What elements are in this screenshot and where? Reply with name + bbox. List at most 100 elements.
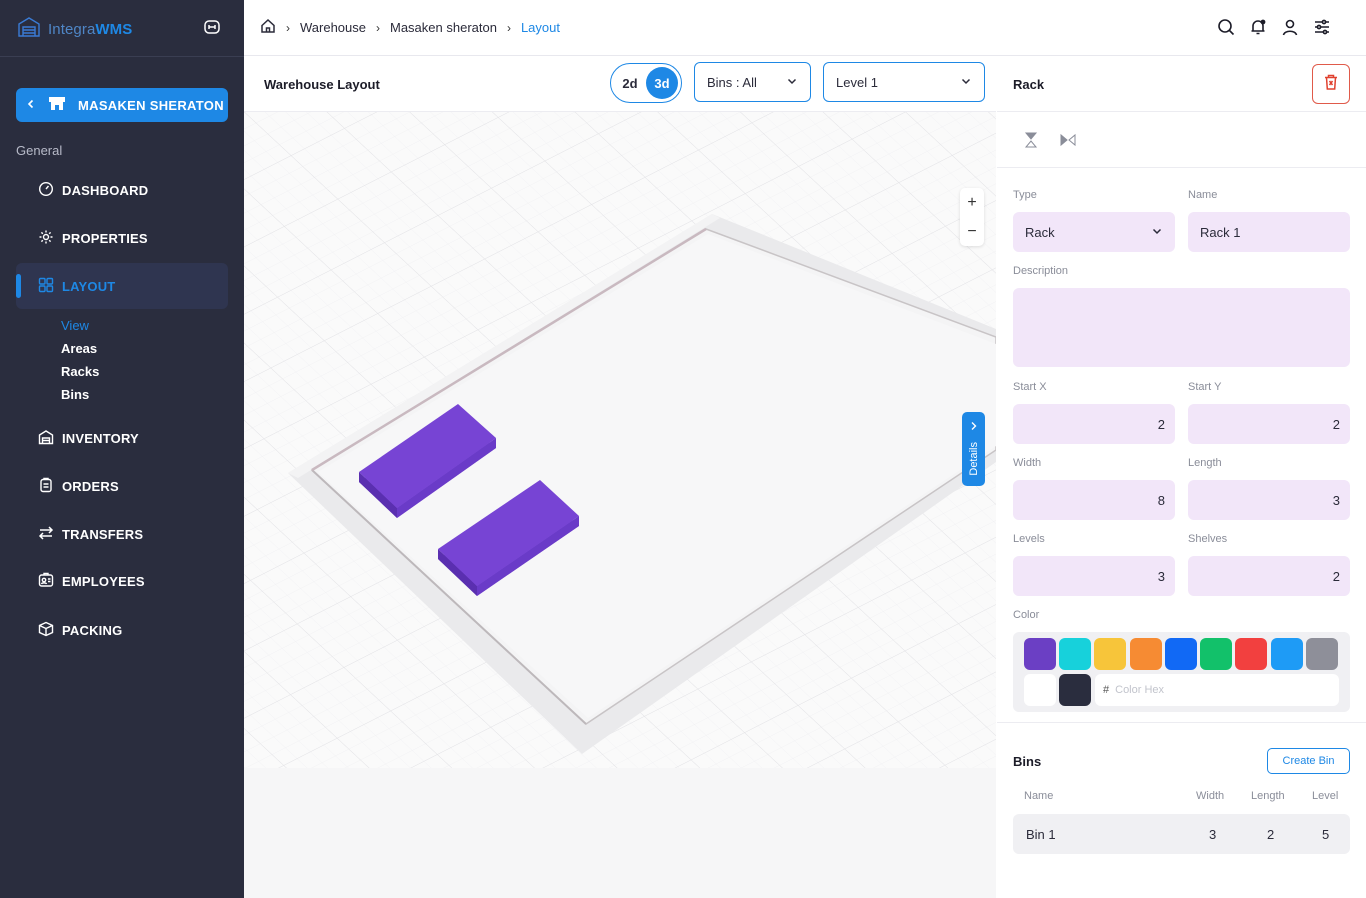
bins-column-length: Length (1251, 790, 1285, 802)
type-select[interactable]: Rack (1013, 212, 1175, 252)
warehouse-3d-canvas[interactable]: + − Details (244, 112, 996, 898)
color-hex-input[interactable]: # Color Hex (1095, 674, 1339, 706)
color-swatch-navy[interactable] (1059, 674, 1091, 706)
color-swatch-orange[interactable] (1130, 638, 1162, 670)
subnav-racks[interactable]: Racks (61, 364, 99, 379)
layout-icon (38, 277, 54, 296)
warehouse-3d-scene[interactable] (244, 112, 996, 898)
length-field[interactable]: 3 (1188, 480, 1350, 520)
sidebar-item-properties[interactable]: PROPERTIES (16, 215, 228, 261)
project-name: MASAKEN SHERATON (78, 97, 224, 113)
sidebar-item-orders[interactable]: ORDERS (16, 463, 228, 509)
rack-details-panel: Rack Type Name Rack Rack 1 Description S… (997, 56, 1366, 898)
levels-label: Levels (1013, 533, 1045, 545)
color-swatch-green[interactable] (1200, 638, 1232, 670)
transfer-icon (38, 525, 54, 544)
table-row[interactable]: Bin 1 3 2 5 (1013, 814, 1350, 854)
toggle-2d[interactable]: 2d (614, 67, 646, 99)
shelves-label: Shelves (1188, 533, 1228, 545)
brand-logo[interactable]: IntegraWMS (16, 14, 132, 44)
chevron-right-icon: › (376, 20, 380, 35)
bin-name-cell: Bin 1 (1026, 827, 1056, 842)
sidebar-item-dashboard[interactable]: DASHBOARD (16, 167, 228, 213)
page-title: Warehouse Layout (264, 77, 380, 92)
sidebar: IntegraWMS MASAKEN SHERATON General DASH… (0, 0, 244, 898)
collapse-sidebar-button[interactable] (200, 18, 224, 40)
brand-name-part1: Integra (48, 20, 96, 38)
user-icon[interactable] (1280, 17, 1300, 37)
sidebar-item-inventory[interactable]: INVENTORY (16, 415, 228, 461)
bins-column-name: Name (1024, 790, 1054, 802)
trash-icon (1323, 73, 1339, 96)
home-icon[interactable] (260, 18, 276, 37)
details-tab-label: Details (967, 442, 980, 476)
bin-level-cell: 5 (1322, 827, 1330, 842)
breadcrumb-warehouse[interactable]: Warehouse (300, 20, 366, 35)
sidebar-item-label: EMPLOYEES (62, 573, 145, 589)
project-selector-button[interactable]: MASAKEN SHERATON (16, 88, 228, 122)
color-picker: # Color Hex (1013, 632, 1350, 712)
gear-icon (38, 229, 54, 248)
sidebar-divider (0, 56, 244, 57)
width-field[interactable]: 8 (1013, 480, 1175, 520)
create-bin-button[interactable]: Create Bin (1267, 748, 1350, 774)
color-swatch-cyan[interactable] (1059, 638, 1091, 670)
sidebar-item-label: INVENTORY (62, 430, 139, 446)
description-textarea[interactable] (1013, 288, 1350, 367)
sidebar-item-transfers[interactable]: TRANSFERS (16, 511, 228, 557)
name-label: Name (1188, 189, 1218, 201)
section-label-general: General (16, 143, 63, 158)
zoom-in-button[interactable]: + (967, 194, 976, 212)
sidebar-item-label: PROPERTIES (62, 230, 148, 246)
details-tab-button[interactable]: Details (962, 412, 985, 486)
top-actions (1216, 17, 1332, 37)
view-mode-toggle[interactable]: 2d 3d (610, 63, 682, 103)
bins-filter-select[interactable]: Bins : All (694, 62, 811, 102)
color-swatch-yellow[interactable] (1094, 638, 1126, 670)
bins-column-level: Level (1312, 790, 1339, 802)
delete-rack-button[interactable] (1312, 64, 1350, 104)
subnav-areas[interactable]: Areas (61, 341, 97, 356)
name-field[interactable]: Rack 1 (1188, 212, 1350, 252)
flip-horizontal-icon[interactable] (1058, 130, 1078, 150)
search-icon[interactable] (1216, 17, 1236, 37)
zoom-controls: + − (960, 188, 984, 246)
start-x-label: Start X (1013, 381, 1047, 393)
color-swatch-blue[interactable] (1165, 638, 1197, 670)
main-content: Warehouse Layout 2d 3d Bins : All Level … (244, 56, 996, 898)
toggle-3d[interactable]: 3d (646, 67, 678, 99)
color-swatch-white[interactable] (1024, 674, 1056, 706)
color-hex-placeholder: Color Hex (1115, 684, 1165, 696)
sidebar-item-label: DASHBOARD (62, 182, 149, 198)
flip-vertical-icon[interactable] (1021, 130, 1041, 150)
length-label: Length (1188, 457, 1222, 469)
active-indicator (16, 274, 21, 298)
layout-toolbar: Warehouse Layout 2d 3d Bins : All Level … (244, 56, 996, 112)
transform-tools (997, 112, 1366, 168)
start-x-field[interactable]: 2 (1013, 404, 1175, 444)
shelves-field[interactable]: 2 (1188, 556, 1350, 596)
start-y-field[interactable]: 2 (1188, 404, 1350, 444)
notification-bell-icon[interactable] (1248, 17, 1268, 37)
zoom-out-button[interactable]: − (967, 223, 976, 241)
levels-field[interactable]: 3 (1013, 556, 1175, 596)
settings-sliders-icon[interactable] (1312, 17, 1332, 37)
bins-filter-value: Bins : All (707, 74, 757, 90)
chevron-right-icon (970, 418, 978, 436)
color-swatch-red[interactable] (1235, 638, 1267, 670)
color-swatch-gray[interactable] (1306, 638, 1338, 670)
sidebar-item-employees[interactable]: EMPLOYEES (16, 558, 228, 604)
sidebar-item-layout[interactable]: LAYOUT (16, 263, 228, 309)
subnav-view[interactable]: View (61, 318, 89, 333)
sidebar-item-packing[interactable]: PACKING (16, 607, 228, 653)
bin-width-cell: 3 (1209, 827, 1217, 842)
color-swatch-purple[interactable] (1024, 638, 1056, 670)
level-select[interactable]: Level 1 (823, 62, 985, 102)
color-swatch-light-blue[interactable] (1271, 638, 1303, 670)
subnav-bins[interactable]: Bins (61, 387, 89, 402)
breadcrumb-masaken-sheraton[interactable]: Masaken sheraton (390, 20, 497, 35)
panel-divider (997, 722, 1366, 723)
hash-prefix: # (1103, 684, 1110, 696)
bins-column-width: Width (1196, 790, 1225, 802)
sidebar-item-label: ORDERS (62, 478, 119, 494)
